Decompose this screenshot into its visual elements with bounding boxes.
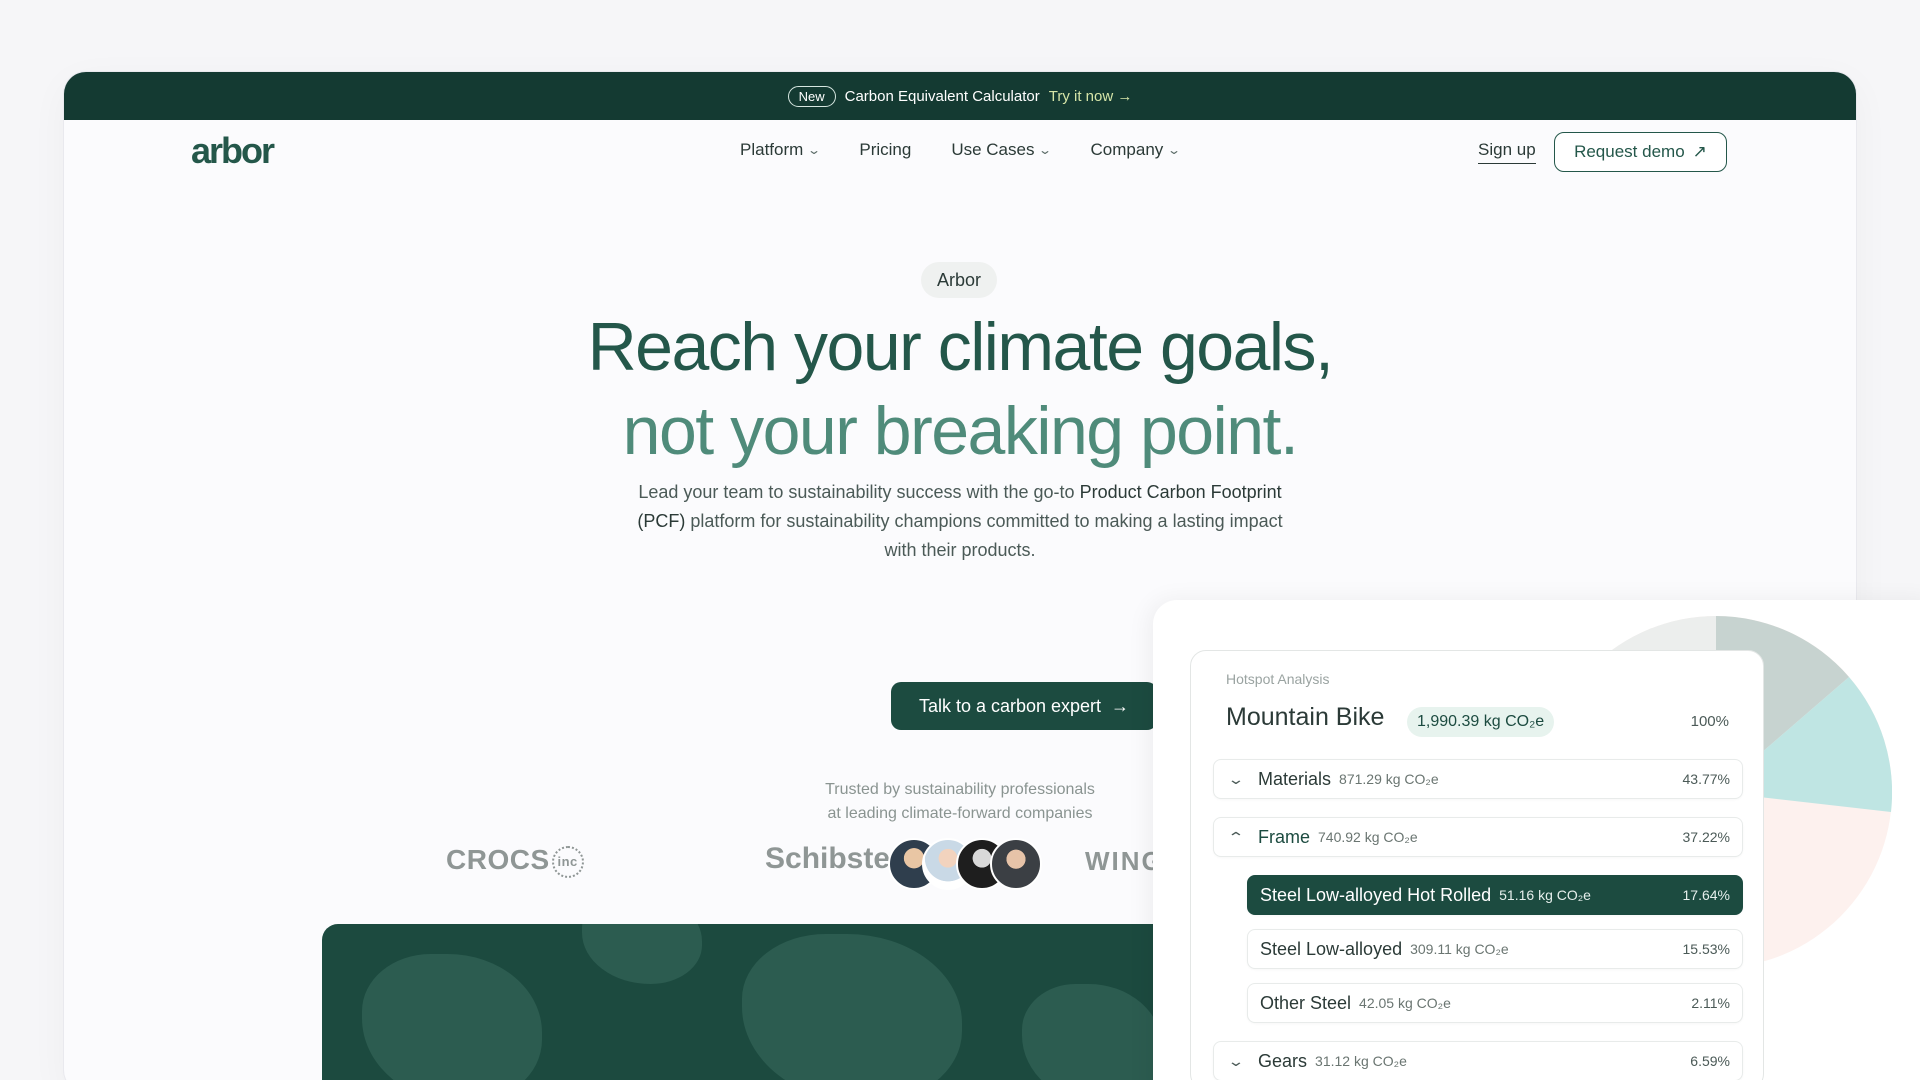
top-nav: arbor Platform ⌄ Pricing Use Cases ⌄ Com… [64, 120, 1856, 184]
row-other-steel[interactable]: Other Steel 42.05 kg CO₂e 2.11% [1247, 983, 1743, 1023]
product-title: Mountain Bike [1226, 703, 1385, 731]
crocs-logo: CROCS inc [446, 844, 584, 878]
nav-item-label: Platform [740, 140, 804, 159]
row-value: 31.12 kg CO₂e [1315, 1053, 1407, 1069]
chevron-down-icon: ⌄ [1038, 143, 1053, 157]
cta-label: Talk to a carbon expert [918, 695, 1102, 716]
map-land [362, 954, 542, 1080]
nav-item-platform[interactable]: Platform ⌄ [740, 140, 822, 160]
chevron-down-icon: ⌄ [807, 143, 822, 157]
headline-line-1: Reach your climate goals, [587, 309, 1334, 385]
talk-to-expert-button[interactable]: Talk to a carbon expert → [891, 682, 1157, 730]
nav-item-company[interactable]: Company ⌄ [1090, 140, 1182, 160]
request-demo-label: Request demo [1574, 142, 1685, 161]
row-materials[interactable]: ⌄ Materials 871.29 kg CO₂e 43.77% [1213, 759, 1743, 799]
announcement-bar[interactable]: New Carbon Equivalent Calculator Try it … [64, 72, 1856, 120]
chevron-up-icon[interactable]: ⌃ [1214, 829, 1258, 846]
row-value: 309.11 kg CO₂e [1410, 940, 1509, 957]
main-menu: Platform ⌄ Pricing Use Cases ⌄ Company ⌄ [740, 140, 1182, 160]
try-it-now-link[interactable]: Try it now → [1049, 88, 1133, 105]
row-percent: 15.53% [1682, 940, 1730, 957]
row-value: 51.16 kg CO₂e [1499, 886, 1591, 903]
row-name: Other Steel [1260, 992, 1352, 1013]
avatar [990, 838, 1042, 890]
row-percent: 2.11% [1691, 994, 1730, 1011]
headline-line-2: not your breaking point. [622, 393, 1299, 469]
wing-logo: WING [1085, 846, 1164, 876]
crocs-inc-mark: inc [551, 845, 584, 878]
schibsted-logo: Schibsted [765, 842, 909, 875]
expert-avatars [888, 838, 1044, 890]
try-it-now-label: Try it now [1048, 87, 1114, 105]
row-value: 871.29 kg CO₂e [1339, 771, 1439, 787]
row-gears[interactable]: ⌄ Gears 31.12 kg CO₂e 6.59% [1213, 1041, 1743, 1080]
total-emissions-badge: 1,990.39 kg CO₂e [1407, 707, 1555, 737]
row-percent: 17.64% [1682, 886, 1730, 903]
nav-item-label: Pricing [859, 140, 912, 159]
row-percent: 37.22% [1682, 829, 1730, 845]
map-image [322, 924, 1222, 1080]
arrow-right-icon: → [1111, 695, 1130, 716]
chevron-down-icon[interactable]: ⌄ [1214, 771, 1258, 788]
new-badge: New [787, 85, 836, 107]
row-frame[interactable]: ⌃ Frame 740.92 kg CO₂e 37.22% [1213, 817, 1743, 857]
nav-item-label: Use Cases [951, 140, 1035, 159]
subtitle-part-1: Lead your team to sustainability success… [638, 482, 1080, 502]
row-name: Steel Low-alloyed Hot Rolled [1260, 884, 1492, 905]
nav-item-pricing[interactable]: Pricing [859, 140, 911, 160]
nav-item-use-cases[interactable]: Use Cases ⌄ [951, 140, 1053, 160]
sign-up-link[interactable]: Sign up [1478, 140, 1536, 164]
hero-subtitle: Lead your team to sustainability success… [630, 478, 1290, 565]
total-percent: 100% [1690, 713, 1729, 730]
request-demo-button[interactable]: Request demo ↗ [1554, 132, 1727, 172]
map-land [1022, 984, 1162, 1080]
row-steel-hot-rolled[interactable]: Steel Low-alloyed Hot Rolled 51.16 kg CO… [1247, 875, 1743, 915]
hotspot-label: Hotspot Analysis [1226, 671, 1330, 687]
row-percent: 43.77% [1682, 771, 1730, 787]
map-land [742, 934, 962, 1080]
hotspot-analysis-card: Hotspot Analysis Mountain Bike 1,990.39 … [1190, 650, 1764, 1080]
row-value: 740.92 kg CO₂e [1318, 829, 1418, 845]
arbor-pill: Arbor [921, 262, 997, 298]
map-land [582, 924, 702, 984]
chevron-down-icon: ⌄ [1167, 143, 1182, 157]
row-name: Steel Low-alloyed [1260, 938, 1403, 959]
row-percent: 6.59% [1690, 1053, 1730, 1069]
subtitle-part-3: platform for sustainability champions co… [685, 511, 1283, 560]
row-steel-low-alloyed[interactable]: Steel Low-alloyed 309.11 kg CO₂e 15.53% [1247, 929, 1743, 969]
row-name: Frame [1258, 826, 1311, 847]
chevron-down-icon[interactable]: ⌄ [1214, 1053, 1258, 1070]
row-value: 42.05 kg CO₂e [1359, 994, 1451, 1011]
nav-item-label: Company [1090, 140, 1164, 159]
row-name: Materials [1258, 768, 1332, 789]
arrow-up-right-icon: ↗ [1692, 142, 1707, 161]
announcement-text: Carbon Equivalent Calculator [844, 87, 1040, 105]
arrow-right-icon: → [1117, 87, 1133, 105]
row-name: Gears [1258, 1050, 1308, 1071]
arbor-logo[interactable]: arbor [191, 130, 275, 172]
crocs-wordmark: CROCS [446, 844, 550, 875]
